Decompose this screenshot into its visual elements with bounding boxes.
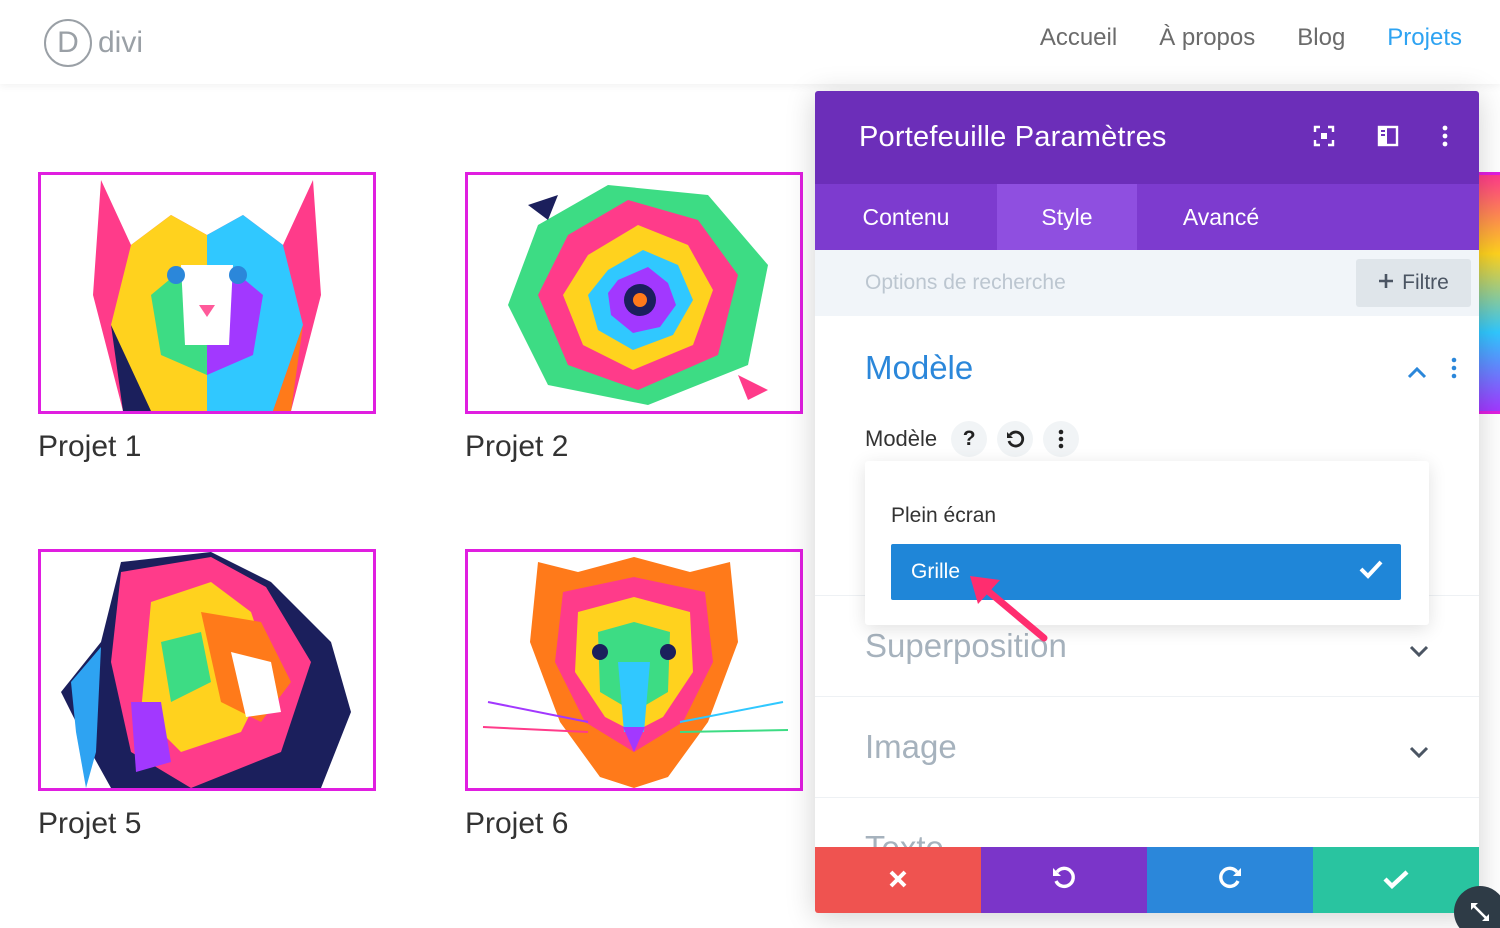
project-title[interactable]: Projet 1: [38, 430, 376, 464]
dropdown-option-label: Grille: [911, 560, 961, 583]
sidebar-layout-icon[interactable]: [1377, 125, 1399, 152]
reset-icon[interactable]: [997, 421, 1034, 457]
nav-link-projets[interactable]: Projets: [1387, 24, 1462, 52]
header-actions: [1313, 125, 1449, 152]
check-icon: [1359, 558, 1383, 586]
modal-tabs: Contenu Style Avancé: [815, 184, 1479, 250]
tab-style[interactable]: Style: [997, 184, 1137, 250]
rose-image: [468, 175, 800, 411]
lion-image: [41, 552, 373, 788]
chevron-down-icon[interactable]: [1409, 740, 1429, 766]
partial-project-thumbnail[interactable]: [1479, 172, 1500, 414]
main-nav: Accueil À propos Blog Projets: [1040, 24, 1462, 52]
dropdown-option-plein-ecran[interactable]: Plein écran: [891, 504, 996, 528]
logo-mark: D: [44, 19, 92, 67]
portfolio-item[interactable]: Projet 5: [38, 549, 376, 841]
project-title[interactable]: Projet 2: [465, 430, 803, 464]
modal-header[interactable]: Portefeuille Paramètres: [815, 91, 1479, 184]
modal-footer: [815, 847, 1479, 913]
cat-image: [41, 175, 373, 411]
undo-button[interactable]: [981, 847, 1147, 913]
plus-icon: [1378, 271, 1394, 295]
portfolio-item[interactable]: Projet 6: [465, 549, 803, 841]
tiger-image: [468, 552, 800, 788]
project-thumbnail[interactable]: [38, 172, 376, 414]
chevron-up-icon[interactable]: [1407, 359, 1427, 385]
field-more-icon[interactable]: [1043, 421, 1080, 457]
redo-button[interactable]: [1147, 847, 1313, 913]
site-header: D divi Accueil À propos Blog Projets: [0, 0, 1500, 84]
more-vertical-icon[interactable]: [1441, 125, 1449, 152]
search-input[interactable]: Options de recherche: [865, 271, 1066, 295]
undo-icon: [1051, 864, 1077, 897]
filter-button[interactable]: Filtre: [1356, 259, 1471, 307]
project-thumbnail[interactable]: [465, 549, 803, 791]
project-title[interactable]: Projet 5: [38, 807, 376, 841]
field-label-modele: Modèle ?: [865, 421, 1080, 457]
help-icon[interactable]: ?: [951, 421, 988, 457]
discard-button[interactable]: [815, 847, 981, 913]
chevron-down-icon[interactable]: [1409, 639, 1429, 665]
nav-link-blog[interactable]: Blog: [1297, 24, 1345, 52]
checkmark-icon: [1383, 864, 1409, 896]
project-thumbnail[interactable]: [38, 549, 376, 791]
modal-title: Portefeuille Paramètres: [859, 121, 1167, 153]
close-icon: [888, 864, 908, 896]
settings-modal: Portefeuille Paramètres Contenu Style Av…: [815, 91, 1479, 913]
nav-link-accueil[interactable]: Accueil: [1040, 24, 1117, 52]
tab-avance[interactable]: Avancé: [1137, 184, 1305, 250]
field-label-text: Modèle: [865, 426, 938, 451]
filter-label: Filtre: [1402, 271, 1449, 294]
project-thumbnail[interactable]: [465, 172, 803, 414]
page: D divi Accueil À propos Blog Projets Pro…: [0, 0, 1500, 928]
divider: [815, 696, 1479, 697]
section-more-icon[interactable]: [1451, 357, 1457, 384]
save-button[interactable]: [1313, 847, 1479, 913]
section-title-image[interactable]: Image: [865, 728, 957, 766]
site-logo[interactable]: D divi: [44, 19, 143, 67]
portfolio-item[interactable]: Projet 1: [38, 172, 376, 464]
section-title-modele[interactable]: Modèle: [865, 349, 973, 387]
tab-contenu[interactable]: Contenu: [815, 184, 997, 250]
project-title[interactable]: Projet 6: [465, 807, 803, 841]
layout-dropdown: Plein écran Grille: [865, 461, 1429, 625]
annotation-arrow-icon: [970, 576, 1048, 642]
portfolio-item[interactable]: Projet 2: [465, 172, 803, 464]
nav-link-a-propos[interactable]: À propos: [1159, 24, 1255, 52]
divider: [815, 797, 1479, 798]
expand-icon[interactable]: [1313, 125, 1335, 152]
redo-icon: [1217, 864, 1243, 897]
logo-text: divi: [98, 26, 144, 59]
options-search: Options de recherche Filtre: [815, 250, 1479, 316]
